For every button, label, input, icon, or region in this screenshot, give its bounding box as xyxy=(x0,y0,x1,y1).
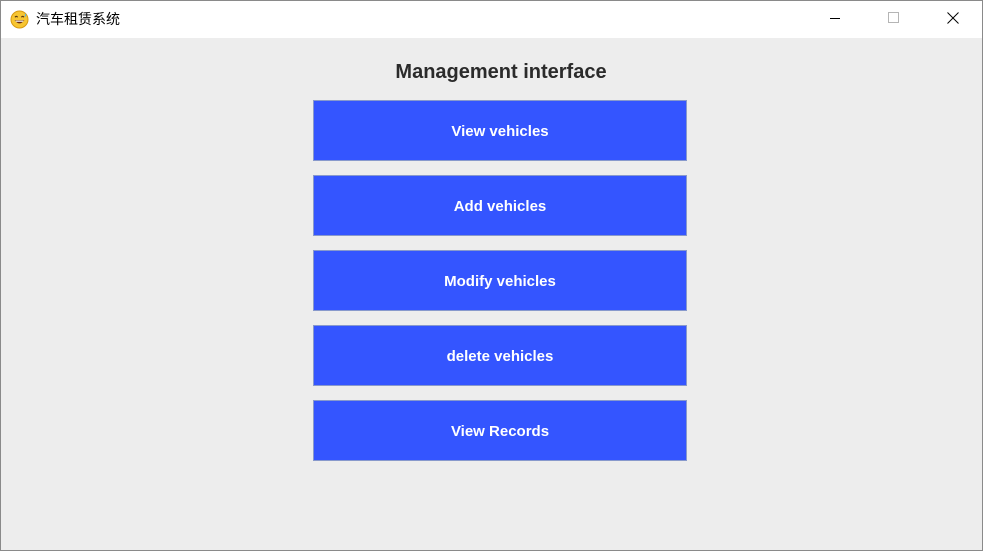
title-bar[interactable]: 汽车租赁系统 xyxy=(1,1,982,38)
add-vehicles-button[interactable]: Add vehicles xyxy=(313,175,687,236)
button-label: Add vehicles xyxy=(453,198,547,215)
minimize-icon xyxy=(829,11,841,29)
management-panel: Management interface View vehicles Add v… xyxy=(1,38,982,550)
button-label: View Records xyxy=(450,423,550,440)
maximize-icon xyxy=(888,11,900,29)
view-records-button[interactable]: View Records xyxy=(313,400,687,461)
app-window: 汽车租赁系统 Management interface View vehicle… xyxy=(0,0,983,551)
view-vehicles-button[interactable]: View vehicles xyxy=(313,100,687,161)
button-label: delete vehicles xyxy=(446,348,554,365)
close-icon xyxy=(947,11,959,29)
button-label: View vehicles xyxy=(451,123,549,140)
close-button[interactable] xyxy=(930,1,976,38)
button-label: Modify vehicles xyxy=(444,273,556,290)
minimize-button[interactable] xyxy=(812,1,858,38)
maximize-button[interactable] xyxy=(871,1,917,38)
page-title: Management interface xyxy=(395,61,607,83)
window-title: 汽车租赁系统 xyxy=(36,12,120,28)
modify-vehicles-button[interactable]: Modify vehicles xyxy=(313,250,687,311)
grinning-sweat-emoji-icon xyxy=(10,10,29,29)
delete-vehicles-button[interactable]: delete vehicles xyxy=(313,325,687,386)
